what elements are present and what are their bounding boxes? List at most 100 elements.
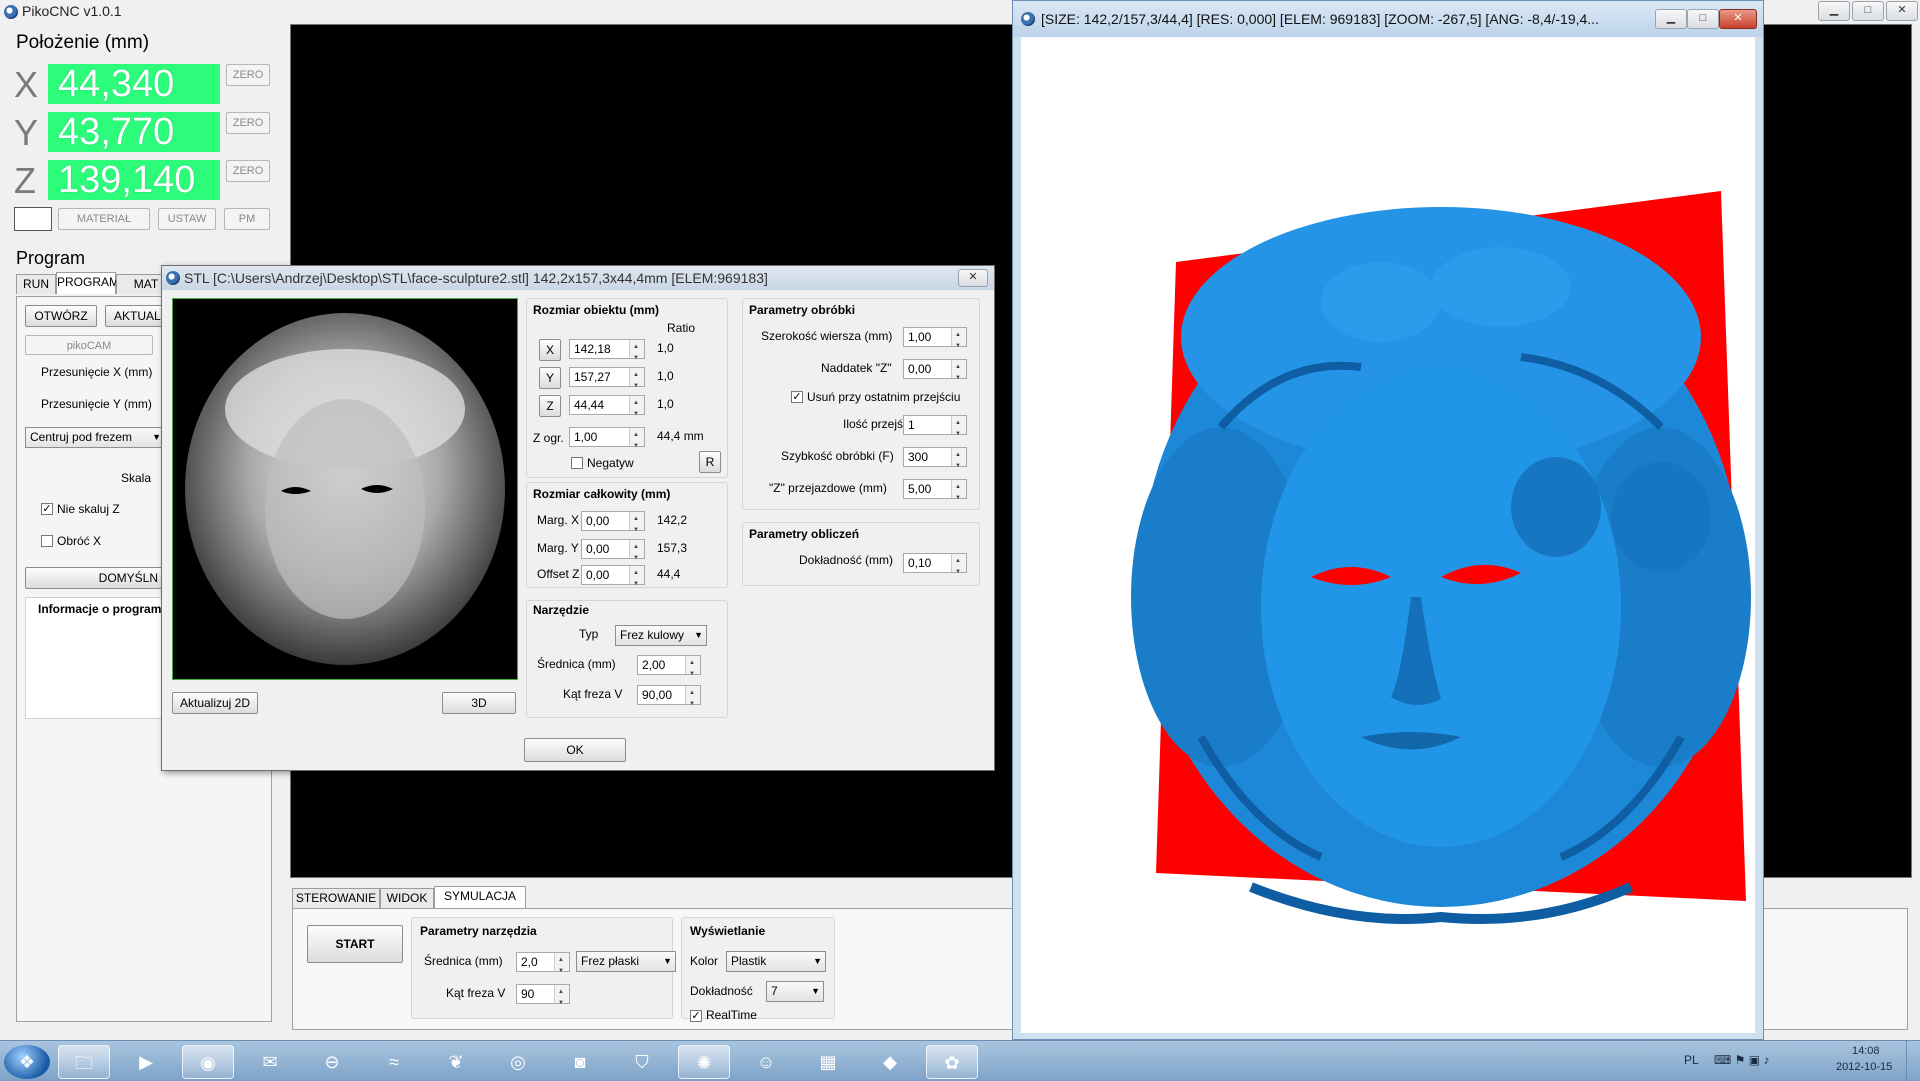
dim-x-button[interactable]: X [539, 339, 561, 361]
tray-icons[interactable]: ⌨ ⚑ ▣ ♪ [1714, 1053, 1769, 1067]
spinner-arrows-icon[interactable] [629, 394, 644, 423]
ustaw-button[interactable]: USTAW [158, 208, 216, 230]
update-2d-button[interactable]: Aktualizuj 2D [172, 692, 258, 714]
leaf-app-icon[interactable]: ❦ [430, 1045, 482, 1079]
allowance-input[interactable]: 0,00 [903, 358, 967, 387]
spinner-arrows-icon[interactable] [951, 414, 966, 443]
margin-y-input[interactable]: 0,00 [581, 538, 645, 567]
spinner-arrows-icon[interactable] [951, 478, 966, 507]
maximize-button[interactable]: □ [1852, 1, 1884, 21]
dim-z-input[interactable]: 44,44 [569, 394, 645, 423]
pikocam-button[interactable]: pikoCAM [25, 335, 153, 355]
tab-sterowanie[interactable]: STEROWANIE [292, 888, 380, 908]
color-swatch[interactable] [14, 207, 52, 231]
center-mode-select[interactable]: Centruj pod frezem ▼ [25, 427, 165, 448]
spinner-arrows-icon[interactable] [554, 983, 569, 1012]
no-scale-z-checkbox[interactable]: ✓ [41, 503, 53, 515]
shield-app-icon[interactable]: ⛉ [616, 1045, 668, 1079]
dim-z-button[interactable]: Z [539, 395, 561, 417]
smiley-app-icon[interactable]: ☺ [740, 1045, 792, 1079]
dim-x-input[interactable]: 142,18 [569, 338, 645, 367]
spinner-arrows-icon[interactable] [951, 326, 966, 355]
spinner-arrows-icon[interactable] [629, 426, 644, 455]
passes-input[interactable]: 1 [903, 414, 967, 443]
calculator-icon[interactable]: ▦ [802, 1045, 854, 1079]
spinner-arrows-icon[interactable] [629, 338, 644, 367]
blender-icon[interactable]: ◎ [492, 1045, 544, 1079]
view3d-maximize-button[interactable]: □ [1687, 9, 1719, 29]
open-button[interactable]: OTWÓRZ [25, 305, 97, 327]
paw-app-icon[interactable]: ✿ [926, 1045, 978, 1079]
row-width-input[interactable]: 1,00 [903, 326, 967, 355]
pm-button[interactable]: PM [224, 208, 270, 230]
tab-program[interactable]: PROGRAM [56, 272, 119, 294]
feed-input[interactable]: 300 [903, 446, 967, 475]
sim-vangle-label: Kąt freza V [446, 986, 506, 1000]
view3d-close-button[interactable]: ✕ [1719, 9, 1757, 29]
precision-select[interactable]: 7 ▼ [766, 981, 824, 1002]
sim-vangle-input[interactable]: 90 [516, 983, 570, 1012]
spinner-arrows-icon[interactable] [951, 446, 966, 475]
dim-y-input[interactable]: 157,27 [569, 366, 645, 395]
clock-date[interactable]: 2012-10-15 [1836, 1061, 1892, 1073]
zogr-input[interactable]: 1,00 [569, 426, 645, 455]
start-orb-icon[interactable]: ❖ [4, 1045, 50, 1079]
start-button[interactable]: START [307, 925, 403, 963]
accuracy-input[interactable]: 0,10 [903, 552, 967, 581]
default-button[interactable]: DOMYŚLN [25, 567, 165, 589]
circle-app-icon[interactable]: ⊖ [306, 1045, 358, 1079]
clock-time[interactable]: 14:08 [1852, 1045, 1880, 1057]
tool-vangle-input[interactable]: 90,00 [637, 684, 701, 713]
spinner-arrows-icon[interactable] [685, 654, 700, 683]
tab-symulacja-3d[interactable]: SYMULACJA 3D [434, 886, 526, 922]
spinner-arrows-icon[interactable] [629, 538, 644, 567]
machining-group: Parametry obróbki Szerokość wiersza (mm)… [742, 298, 980, 510]
close-button[interactable]: ✕ [1886, 1, 1918, 21]
color-select[interactable]: Plastik ▼ [726, 951, 826, 972]
minimize-button[interactable]: ▁ [1818, 1, 1850, 21]
spinner-arrows-icon[interactable] [554, 951, 569, 980]
language-indicator[interactable]: PL [1684, 1053, 1699, 1067]
reset-r-button[interactable]: R [699, 451, 721, 473]
media-player-icon[interactable]: ▶ [120, 1045, 172, 1079]
travel-z-label: "Z" przejazdowe (mm) [769, 481, 887, 495]
folder-icon[interactable]: 🗀 [58, 1045, 110, 1079]
tool-diameter-input[interactable]: 2,00 [637, 654, 701, 683]
wave-app-icon[interactable]: ≈ [368, 1045, 420, 1079]
view3d-canvas[interactable] [1021, 37, 1755, 1033]
show-desktop-button[interactable] [1906, 1041, 1920, 1081]
sim-tool-type-select[interactable]: Frez płaski ▼ [576, 951, 676, 972]
dim-y-button[interactable]: Y [539, 367, 561, 389]
spinner-arrows-icon[interactable] [951, 552, 966, 581]
zero-z-button[interactable]: ZERO [226, 160, 270, 182]
spinner-arrows-icon[interactable] [629, 564, 644, 593]
spinner-arrows-icon[interactable] [629, 366, 644, 395]
margin-x-input[interactable]: 0,00 [581, 510, 645, 539]
gallery-app-icon[interactable]: ✺ [678, 1045, 730, 1079]
tool-type-select[interactable]: Frez kulowy ▼ [615, 625, 707, 646]
firefox-icon[interactable]: ◉ [182, 1045, 234, 1079]
spinner-arrows-icon[interactable] [629, 510, 644, 539]
inkscape-icon[interactable]: ◆ [864, 1045, 916, 1079]
rotate-x-checkbox[interactable] [41, 535, 53, 547]
travel-z-input[interactable]: 5,00 [903, 478, 967, 507]
sim-diameter-input[interactable]: 2,0 [516, 951, 570, 980]
spinner-arrows-icon[interactable] [951, 358, 966, 387]
zero-x-button[interactable]: ZERO [226, 64, 270, 86]
thunderbird-icon[interactable]: ✉ [244, 1045, 296, 1079]
z-position-display: 139,140 [48, 160, 220, 200]
view3d-minimize-button[interactable]: ▁ [1655, 9, 1687, 29]
realtime-checkbox[interactable]: ✓ [690, 1010, 702, 1022]
zero-y-button[interactable]: ZERO [226, 112, 270, 134]
camera-app-icon[interactable]: ◙ [554, 1045, 606, 1079]
negative-checkbox[interactable] [571, 457, 583, 469]
stl-close-button[interactable]: ✕ [958, 269, 988, 287]
tab-run[interactable]: RUN [16, 274, 56, 294]
offset-z-input[interactable]: 0,00 [581, 564, 645, 593]
tab-widok[interactable]: WIDOK [380, 888, 434, 908]
remove-last-checkbox[interactable]: ✓ [791, 391, 803, 403]
ok-button[interactable]: OK [524, 738, 626, 762]
material-button[interactable]: MATERIAŁ [58, 208, 150, 230]
spinner-arrows-icon[interactable] [685, 684, 700, 713]
view-3d-button[interactable]: 3D [442, 692, 516, 714]
